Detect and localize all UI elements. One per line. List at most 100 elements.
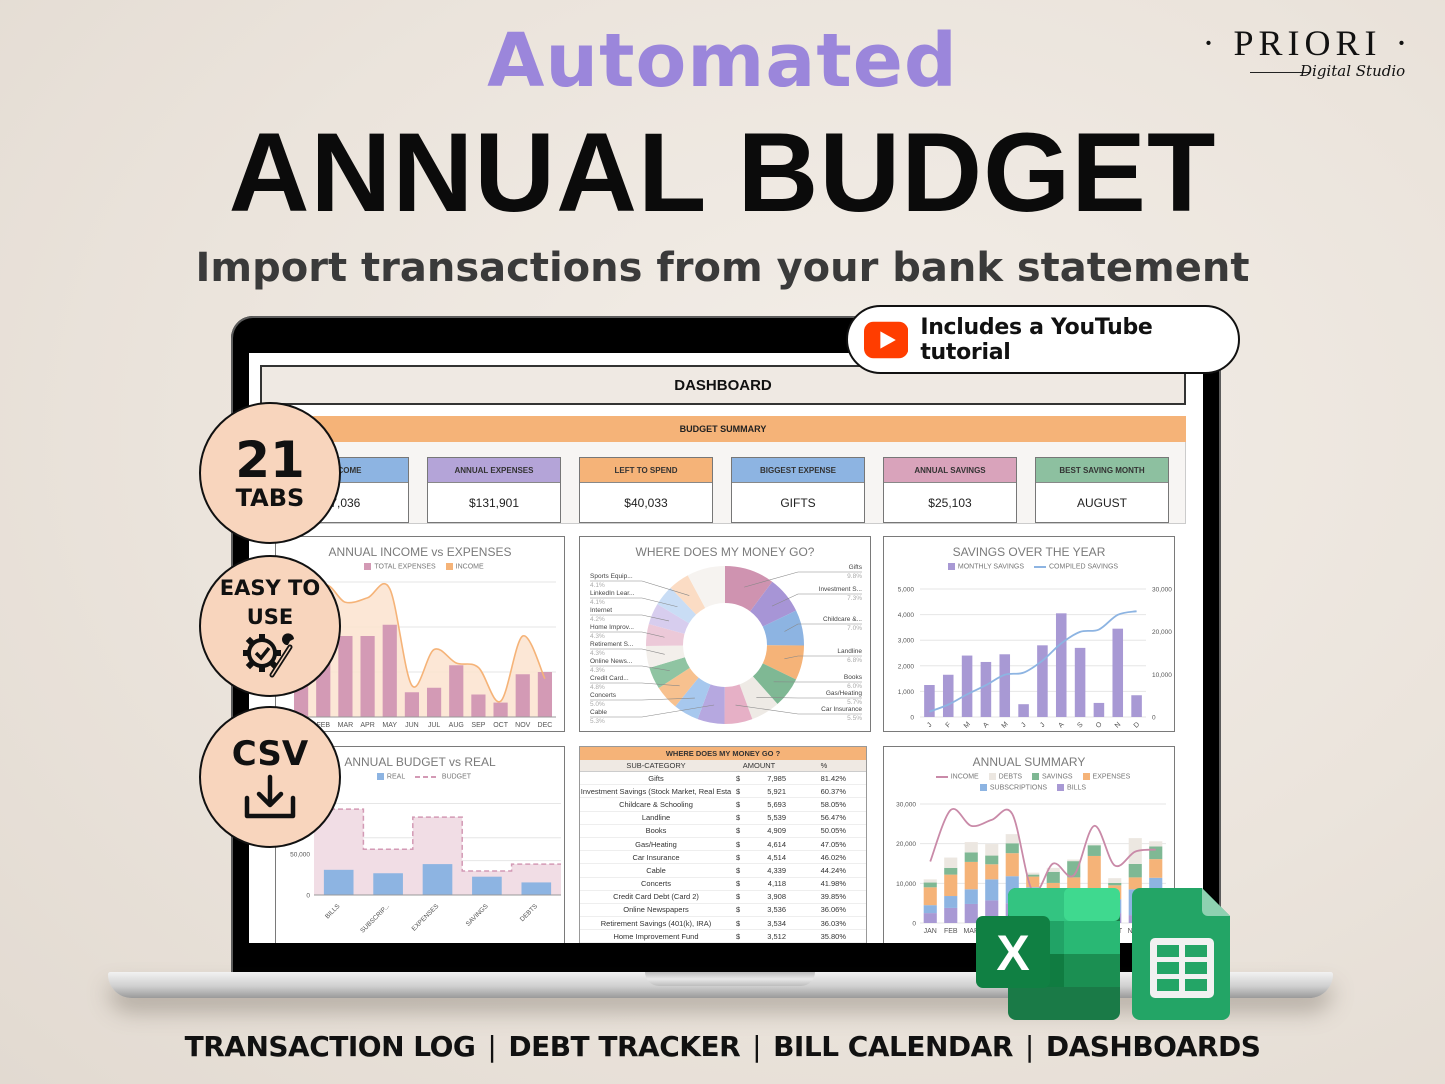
y-tick-label: 10,000 [896, 881, 916, 888]
x-tick-label: JAN [924, 928, 937, 935]
cell-percent: 36.06% [820, 905, 846, 915]
stack-segment [964, 852, 978, 862]
cell-amount: 4,514 [767, 852, 786, 862]
savings-bar [961, 655, 973, 717]
x-tick-label: F [945, 721, 953, 729]
stack-segment [944, 867, 958, 875]
donut-value: 7.0% [847, 625, 862, 632]
stack-segment [944, 907, 958, 923]
y-tick-label-right: 0 [1152, 715, 1156, 722]
kpi-value: $131,901 [468, 496, 520, 510]
stack-segment [1149, 859, 1163, 878]
y-tick-label: 0 [912, 921, 916, 928]
donut-value: 4.3% [590, 650, 605, 657]
y-tick-label-left: 2,000 [898, 663, 915, 670]
donut-label: LinkedIn Lear... [590, 590, 635, 597]
chart-plot: Gifts 9.8% Investment S... 7.3% Childcare &.… [590, 564, 863, 725]
google-sheets-icon [1132, 888, 1230, 1020]
table-row: Concerts $4,118 41.98% [580, 878, 866, 891]
badge-easy-line1: EASY TO [219, 576, 321, 600]
feature-transaction-log: TRANSACTION LOG [184, 1030, 476, 1063]
real-bar [323, 869, 354, 895]
youtube-tutorial-badge[interactable]: Includes a YouTube tutorial [846, 305, 1240, 374]
x-tick-label: MAR [338, 722, 354, 729]
savings-bar [1074, 647, 1086, 717]
x-tick-label: O [1095, 721, 1104, 730]
stack-segment [923, 879, 937, 883]
badge-tabs-label: TABS [235, 484, 305, 512]
y-tick-label: 0 [306, 893, 310, 900]
income-line [929, 807, 1156, 894]
stack-segment [985, 844, 999, 856]
stack-segment [1108, 882, 1122, 886]
cell-subcategory: Home Improvement Fund [613, 931, 699, 941]
table-row: Books $4,909 50.05% [580, 825, 866, 838]
stack-segment [1005, 853, 1019, 877]
stack-segment [1005, 843, 1019, 854]
column-header: SUB-CATEGORY [626, 761, 686, 770]
donut-label: Investment S... [819, 586, 863, 593]
money-table: WHERE DOES MY MONEY GO ? SUB-CATEGORY AM… [579, 746, 867, 943]
cell-percent: 35.80% [820, 931, 846, 941]
cell-subcategory: Retirement Savings (401(k), IRA) [600, 918, 712, 928]
savings-bar [1093, 702, 1105, 717]
compiled-savings-line [929, 610, 1137, 713]
stack-segment [1149, 846, 1163, 860]
cell-percent: 36.03% [820, 918, 846, 928]
donut-value: 4.8% [590, 684, 605, 691]
x-tick-label: M [1001, 721, 1010, 730]
cell-percent: 60.37% [820, 786, 846, 796]
cell-subcategory: Investment Savings (Stock Market, Real E… [580, 786, 732, 796]
excel-icon: X [976, 888, 1120, 1020]
x-tick-label: SAVINGS [465, 902, 491, 928]
cell-percent: 39.85% [820, 892, 846, 902]
x-tick-label: J [926, 722, 933, 729]
cell-amount: 4,118 [767, 879, 786, 889]
feature-dashboards: DASHBOARDS [1045, 1030, 1261, 1063]
brand-name: · PRIORI · [1202, 23, 1413, 63]
table-row: Investment Savings (Stock Market, Real E… [580, 785, 866, 799]
savings-bar [1131, 695, 1142, 717]
table-row: Credit Card Debt (Card 2) $3,908 39.85% [580, 891, 866, 904]
donut-value: 6.8% [847, 657, 862, 664]
table-row: Landline $5,539 56.47% [580, 812, 866, 825]
kpi-value: AUGUST [1076, 496, 1127, 510]
badge-tabs: 21 TABS [199, 402, 341, 544]
brand-logo: · PRIORI · Digital Studio [1195, 22, 1425, 97]
real-bar [373, 873, 403, 895]
x-tick-label: SEP [471, 722, 485, 729]
feature-bill-calendar: BILL CALENDAR [773, 1030, 1013, 1063]
donut-value: 4.3% [590, 667, 605, 674]
stack-segment [1026, 872, 1040, 875]
youtube-tutorial-label: Includes a YouTube tutorial [920, 314, 1153, 365]
expense-bar [338, 636, 353, 717]
expense-bar [515, 674, 530, 717]
feature-separator: | [1024, 1030, 1034, 1063]
table-row: Gas/Heating $4,614 47.05% [580, 838, 866, 852]
feature-separator: | [487, 1030, 497, 1063]
laptop-screen: DASHBOARD BUDGET SUMMARY L INCOME 97,036… [249, 353, 1203, 943]
cell-amount: 3,534 [767, 918, 786, 928]
donut-label: Credit Card... [590, 675, 629, 682]
chart-plot: 0 1,000 2,000 3,000 4,000 5,000 0 10,000 20,000 3… [898, 587, 1173, 730]
cell-amount: 4,909 [767, 826, 786, 836]
cell-subcategory: Cable [646, 865, 666, 875]
x-tick-label: S [1076, 721, 1084, 729]
cell-percent: 81.42% [820, 773, 846, 783]
cell-subcategory: Childcare & Schooling [619, 799, 693, 809]
x-tick-label: NOV [515, 722, 531, 729]
y-tick-label-left: 3,000 [898, 638, 915, 645]
x-tick-label: J [1020, 722, 1027, 729]
feature-list: TRANSACTION LOG | DEBT TRACKER | BILL CALEND… [0, 1030, 1445, 1063]
cell-amount: 5,921 [767, 786, 786, 796]
x-tick-label: AUG [449, 722, 464, 729]
cell-percent: 58.05% [820, 799, 846, 809]
kpi-annual-savings: ANNUAL SAVINGS $25,103 [883, 457, 1017, 523]
cell-currency: $ [736, 786, 741, 796]
cell-percent: 56.47% [820, 813, 846, 823]
kpi-value: $40,033 [624, 496, 668, 510]
cell-currency: $ [736, 879, 741, 889]
real-bar [422, 864, 453, 895]
cell-subcategory: Books [645, 826, 667, 836]
cell-currency: $ [736, 905, 741, 915]
